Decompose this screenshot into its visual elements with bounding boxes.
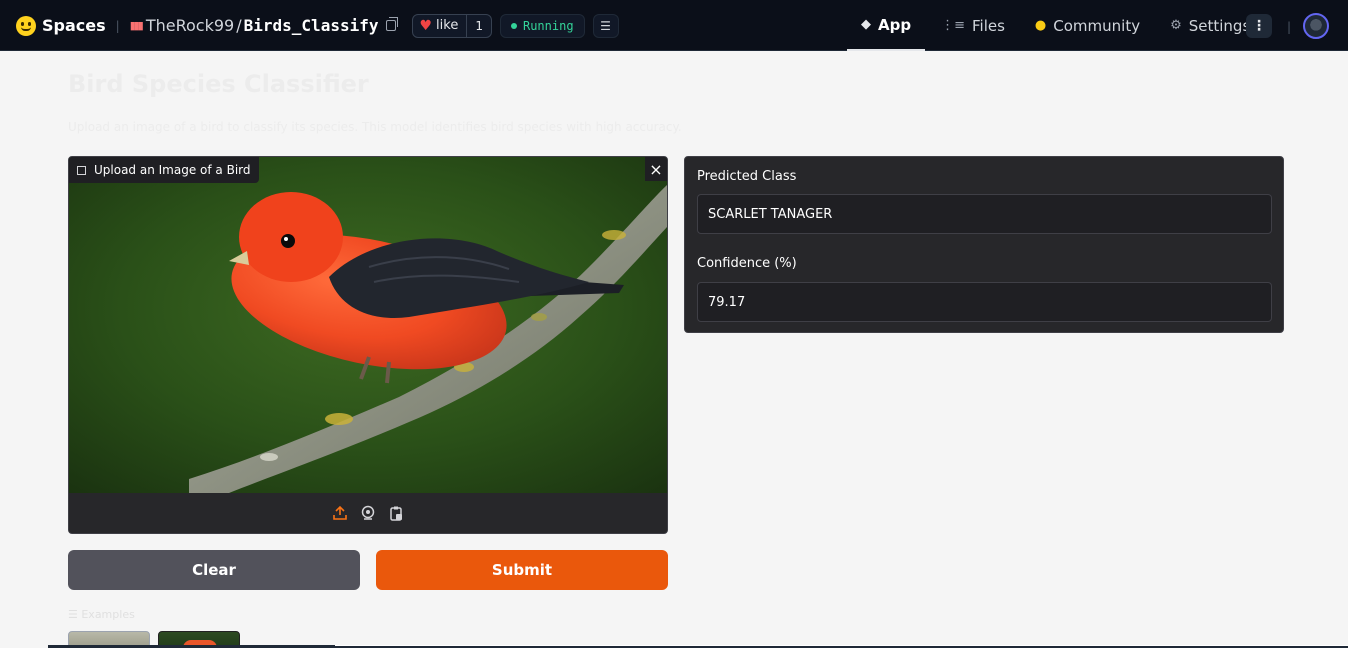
like-toggle[interactable]: ♥ like bbox=[413, 18, 466, 34]
divider: | bbox=[115, 18, 120, 33]
copy-icon[interactable] bbox=[386, 17, 399, 31]
image-source-toolbar bbox=[69, 493, 667, 533]
upload-label: Upload an Image of a Bird bbox=[69, 157, 259, 183]
confidence-label: Confidence (%) bbox=[697, 256, 797, 271]
tab-app[interactable]: ◆ App bbox=[847, 0, 926, 51]
like-label: like bbox=[436, 18, 459, 33]
more-vertical-icon: ⋮ bbox=[1252, 18, 1266, 34]
clear-button[interactable]: Clear bbox=[68, 550, 360, 590]
top-navigation-bar: Spaces | ▮▮▮ TheRock99 / Birds_Classify … bbox=[0, 0, 1348, 51]
logs-menu-button[interactable]: ☰ bbox=[592, 13, 619, 38]
files-icon: ⋮≡ bbox=[941, 18, 965, 33]
image-upload-panel[interactable]: Upload an Image of a Bird × bbox=[68, 156, 668, 534]
tab-files-label: Files bbox=[972, 16, 1005, 35]
path-separator: / bbox=[236, 16, 242, 35]
menu-icon: ☰ bbox=[600, 18, 611, 33]
gear-icon: ⚙ bbox=[1170, 18, 1182, 33]
bird-image bbox=[69, 157, 667, 493]
community-icon: ● bbox=[1034, 18, 1047, 33]
webcam-icon[interactable] bbox=[360, 505, 376, 521]
more-options-button[interactable]: ⋮ bbox=[1246, 14, 1272, 38]
tab-community-label: Community bbox=[1053, 16, 1141, 35]
status-text: Running bbox=[522, 18, 574, 33]
space-tabs: ◆ App ⋮≡ Files ● Community ⚙ Settings bbox=[847, 0, 1266, 51]
space-breadcrumb: Spaces | ▮▮▮ TheRock99 / Birds_Classify … bbox=[16, 0, 619, 51]
upload-label-text: Upload an Image of a Bird bbox=[94, 163, 251, 177]
app-cube-icon: ◆ bbox=[861, 17, 871, 32]
user-avatar[interactable] bbox=[1303, 13, 1329, 39]
page-title: Bird Species Classifier bbox=[68, 70, 369, 98]
confidence-field[interactable]: 79.17 bbox=[697, 282, 1272, 322]
prediction-output-panel: Predicted Class SCARLET TANAGER Confiden… bbox=[684, 156, 1284, 333]
tab-community[interactable]: ● Community bbox=[1021, 0, 1154, 51]
image-icon bbox=[77, 165, 86, 175]
predicted-class-field[interactable]: SCARLET TANAGER bbox=[697, 194, 1272, 234]
owner-link[interactable]: TheRock99 bbox=[146, 16, 234, 35]
repo-name-link[interactable]: Birds_Classify bbox=[244, 16, 379, 35]
hf-logo-icon[interactable] bbox=[16, 15, 36, 36]
tab-files[interactable]: ⋮≡ Files bbox=[927, 0, 1019, 51]
clear-image-button[interactable]: × bbox=[645, 157, 667, 181]
submit-button[interactable]: Submit bbox=[376, 550, 668, 590]
close-icon: × bbox=[649, 159, 663, 179]
tab-app-label: App bbox=[878, 15, 912, 34]
heart-icon: ♥ bbox=[419, 17, 433, 34]
like-count[interactable]: 1 bbox=[466, 14, 491, 37]
owner-avatar-icon: ▮▮▮ bbox=[129, 19, 144, 32]
predicted-class-label: Predicted Class bbox=[697, 169, 797, 184]
like-button[interactable]: ♥ like 1 bbox=[412, 13, 492, 38]
tab-settings-label: Settings bbox=[1188, 16, 1251, 35]
page-description: Upload an image of a bird to classify it… bbox=[68, 120, 682, 134]
clipboard-icon[interactable] bbox=[388, 505, 404, 521]
spaces-link[interactable]: Spaces bbox=[42, 16, 106, 35]
examples-label: ☰ Examples bbox=[68, 608, 135, 621]
upload-icon[interactable] bbox=[332, 505, 348, 521]
status-badge[interactable]: Running bbox=[499, 13, 585, 38]
status-dot-icon bbox=[510, 22, 517, 29]
divider: | bbox=[1287, 20, 1292, 34]
